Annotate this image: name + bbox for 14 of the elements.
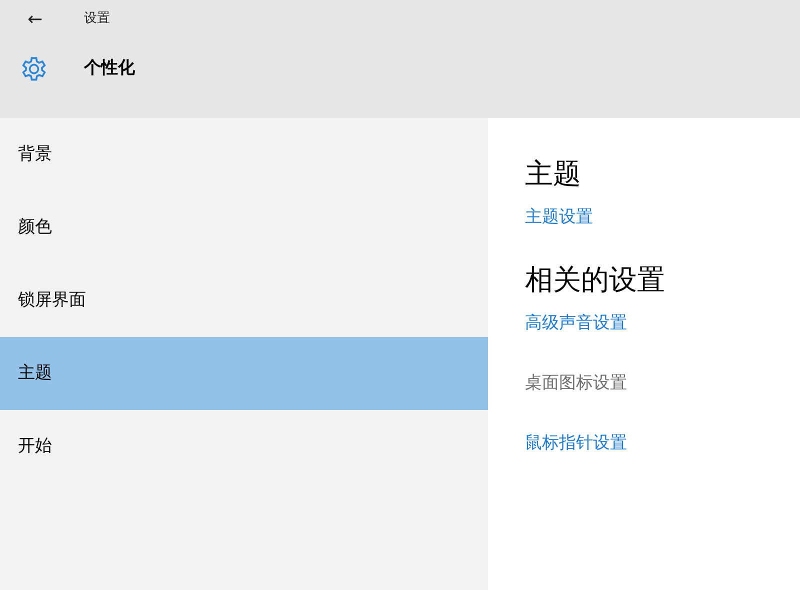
sidebar-item[interactable]: 锁屏界面 bbox=[0, 264, 488, 337]
back-button[interactable]: ← bbox=[0, 6, 70, 32]
window-title: 设置 bbox=[84, 10, 110, 28]
sidebar-item[interactable]: 背景 bbox=[0, 118, 488, 191]
settings-link[interactable]: 主题设置 bbox=[525, 204, 593, 230]
page-title: 个性化 bbox=[84, 57, 135, 80]
sidebar-item[interactable]: 开始 bbox=[0, 410, 488, 483]
section-heading: 主题 bbox=[525, 156, 582, 192]
section-heading: 相关的设置 bbox=[525, 262, 666, 298]
settings-link[interactable]: 鼠标指针设置 bbox=[525, 430, 627, 456]
settings-link[interactable]: 高级声音设置 bbox=[525, 310, 627, 336]
settings-link: 桌面图标设置 bbox=[525, 372, 627, 395]
sidebar-item[interactable]: 颜色 bbox=[0, 191, 488, 264]
sidebar-item[interactable]: 主题 bbox=[0, 337, 488, 410]
